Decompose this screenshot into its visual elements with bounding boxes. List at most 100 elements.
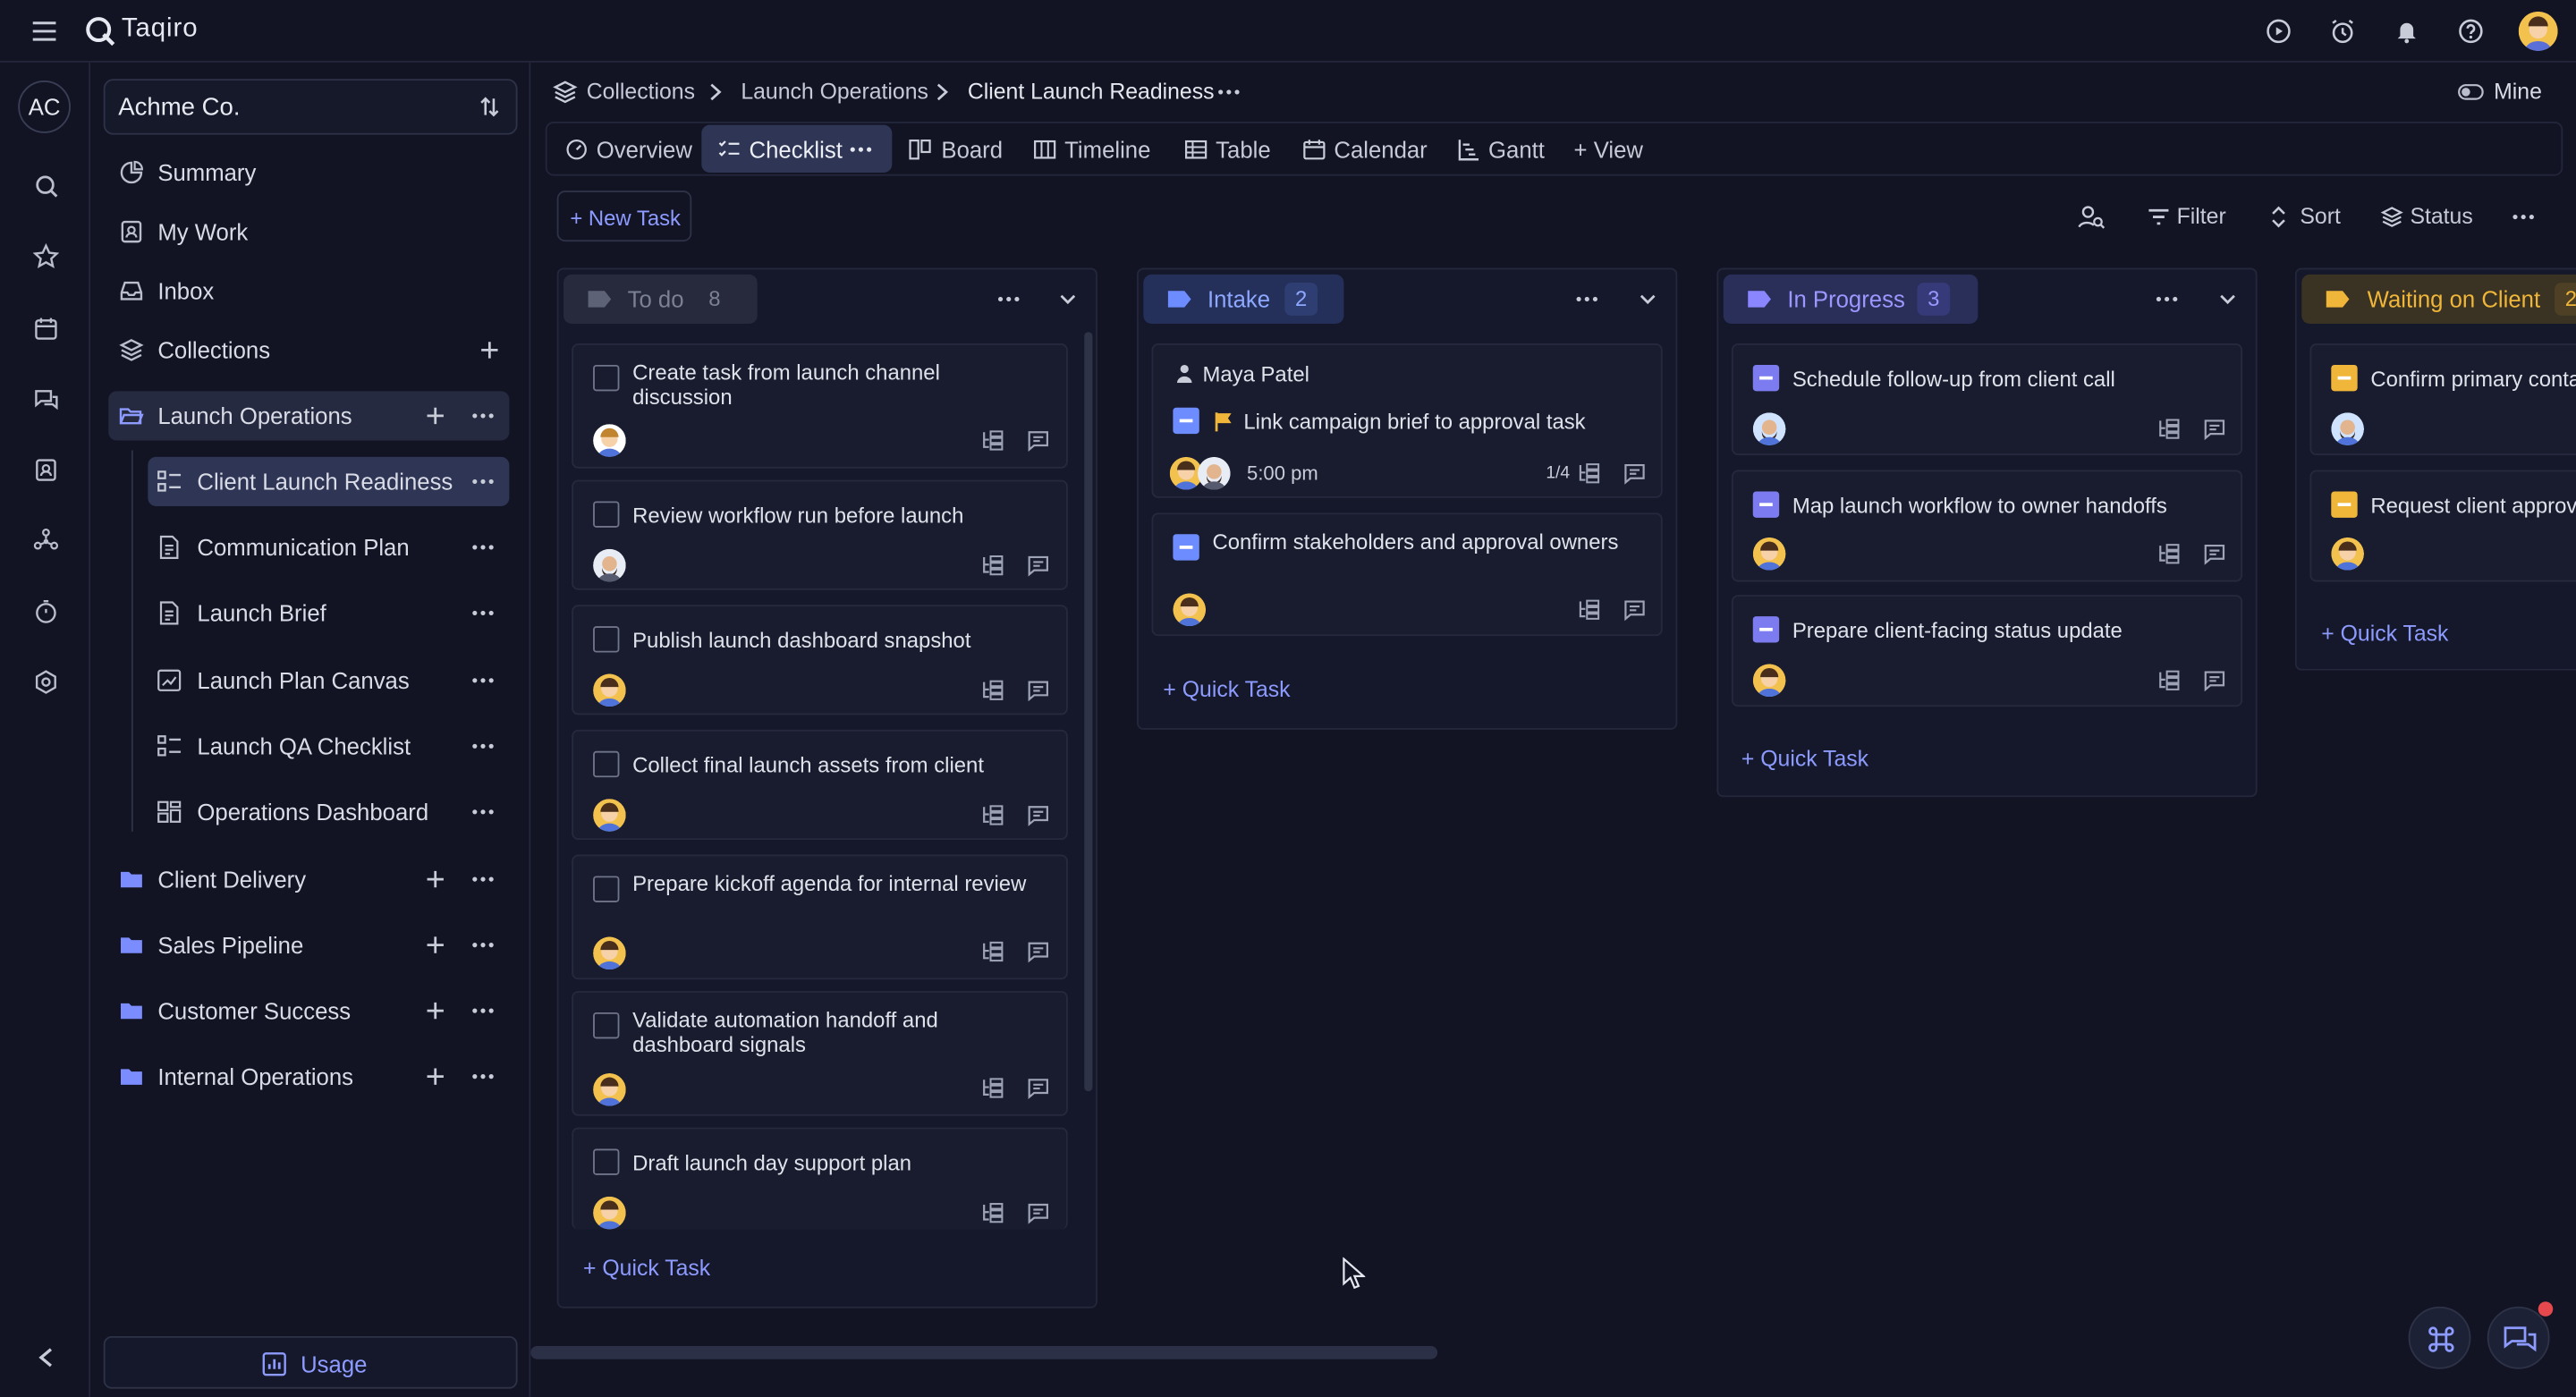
toggle-icon[interactable]	[2458, 82, 2484, 102]
bell-icon[interactable]	[2392, 16, 2421, 46]
sort-button[interactable]: Sort	[2300, 204, 2340, 229]
task-card[interactable]: Publish launch dashboard snapshot	[572, 605, 1068, 715]
task-card[interactable]: Validate automation handoff and dashboar…	[572, 991, 1068, 1116]
more-options-icon[interactable]	[468, 401, 497, 430]
collection-client-delivery[interactable]: Client Delivery	[108, 855, 509, 904]
comment-icon[interactable]	[1027, 1077, 1050, 1100]
status-square-icon[interactable]	[1752, 491, 1780, 518]
subtasks-icon[interactable]	[2157, 669, 2181, 692]
tab-table[interactable]: Table	[1216, 137, 1270, 163]
comment-icon[interactable]	[2203, 542, 2226, 565]
tab-gantt[interactable]: Gantt	[1488, 137, 1545, 163]
status-square-icon[interactable]	[1173, 534, 1199, 561]
assignee-avatar[interactable]	[2331, 412, 2365, 445]
column-more-icon[interactable]	[994, 284, 1023, 314]
assignee-avatar[interactable]	[1173, 593, 1207, 627]
more-options-icon[interactable]	[468, 532, 497, 562]
nav-my-work[interactable]: My Work	[108, 207, 509, 257]
status-chip-intake[interactable]: Intake 2	[1143, 274, 1344, 325]
task-card[interactable]: Confirm stakeholders and approval owners	[1151, 512, 1663, 637]
assignee-avatar[interactable]	[593, 799, 626, 832]
collection-sales-pipeline[interactable]: Sales Pipeline	[108, 920, 509, 969]
subtasks-icon[interactable]	[981, 1077, 1004, 1100]
collection-launch-operations[interactable]: Launch Operations	[108, 391, 510, 441]
collection-customer-success[interactable]: Customer Success	[108, 986, 509, 1036]
comment-icon[interactable]	[1027, 940, 1050, 963]
tab-calendar[interactable]: Calendar	[1334, 137, 1427, 163]
add-view-button[interactable]: + View	[1574, 137, 1643, 163]
task-card[interactable]: Prepare kickoff agenda for internal revi…	[572, 854, 1068, 980]
chevron-down-icon[interactable]	[1056, 288, 1080, 311]
comment-icon[interactable]	[2203, 669, 2226, 692]
tab-board[interactable]: Board	[941, 137, 1003, 163]
task-card[interactable]: Prepare client-facing status update	[1731, 595, 2243, 707]
task-checkbox[interactable]	[593, 1148, 620, 1175]
assignee-search-icon[interactable]	[2077, 204, 2106, 230]
nav-summary[interactable]: Summary	[108, 148, 509, 197]
chat-icon[interactable]	[31, 385, 61, 414]
alarm-clock-icon[interactable]	[2328, 16, 2358, 46]
subtasks-icon[interactable]	[1577, 598, 1600, 622]
quick-task-button[interactable]: + Quick Task	[1163, 677, 1290, 702]
task-checkbox[interactable]	[593, 876, 620, 902]
assignee-avatar[interactable]	[593, 548, 626, 582]
toolbar-more-icon[interactable]	[2509, 202, 2538, 232]
nav-inbox[interactable]: Inbox	[108, 267, 509, 316]
column-more-icon[interactable]	[2152, 284, 2182, 314]
quick-task-button[interactable]: + Quick Task	[2321, 622, 2448, 647]
page-operations-dashboard[interactable]: Operations Dashboard	[148, 787, 509, 836]
assignee-avatar[interactable]	[593, 1196, 626, 1230]
search-icon[interactable]	[31, 171, 61, 200]
contact-card-icon[interactable]	[31, 455, 61, 485]
integrations-icon[interactable]	[31, 526, 61, 555]
add-item-icon[interactable]	[422, 1063, 448, 1089]
status-chip-in-progress[interactable]: In Progress 3	[1723, 274, 1979, 325]
add-item-icon[interactable]	[422, 866, 448, 892]
assignee-avatar[interactable]	[2331, 537, 2365, 571]
quick-task-button[interactable]: + Quick Task	[1741, 746, 1868, 771]
comment-icon[interactable]	[1027, 554, 1050, 577]
settings-icon[interactable]	[31, 667, 61, 697]
status-square-icon[interactable]	[1752, 364, 1780, 392]
assignee-avatar[interactable]	[593, 673, 626, 707]
task-checkbox[interactable]	[593, 501, 620, 528]
mine-toggle-label[interactable]: Mine	[2494, 79, 2542, 104]
stopwatch-icon[interactable]	[31, 597, 61, 626]
subtasks-icon[interactable]	[981, 429, 1004, 453]
task-card[interactable]: Collect final launch assets from client	[572, 729, 1068, 841]
add-collection-icon[interactable]	[477, 337, 503, 363]
page-client-launch-readiness[interactable]: Client Launch Readiness	[148, 456, 510, 506]
new-task-button[interactable]: + New Task	[556, 190, 692, 242]
comment-icon[interactable]	[1623, 598, 1647, 622]
timer-icon[interactable]	[2264, 16, 2293, 46]
subtasks-icon[interactable]	[981, 940, 1004, 963]
status-square-icon[interactable]	[2331, 364, 2358, 392]
status-square-icon[interactable]	[2331, 491, 2358, 518]
page-launch-brief[interactable]: Launch Brief	[148, 588, 509, 638]
add-item-icon[interactable]	[422, 997, 448, 1023]
comment-icon[interactable]	[1623, 461, 1647, 485]
task-card[interactable]: Draft launch day support plan	[572, 1127, 1068, 1230]
assignee-avatar[interactable]	[593, 936, 626, 970]
command-palette-button[interactable]	[2408, 1306, 2471, 1369]
task-card[interactable]: Maya Patel Link campaign brief to approv…	[1151, 343, 1663, 498]
subtasks-icon[interactable]	[981, 679, 1004, 702]
comment-icon[interactable]	[1027, 429, 1050, 453]
nav-collections[interactable]: Collections	[108, 326, 509, 375]
status-square-icon[interactable]	[1173, 407, 1199, 435]
subtasks-icon[interactable]	[2157, 542, 2181, 565]
star-icon[interactable]	[31, 241, 61, 271]
assignee-avatar[interactable]	[1752, 664, 1786, 698]
more-options-icon[interactable]	[468, 930, 497, 960]
assignee-avatar[interactable]	[1752, 537, 1786, 571]
task-card[interactable]: Create task from launch channel discussi…	[572, 343, 1068, 469]
page-more-icon[interactable]	[1214, 77, 1243, 106]
breadcrumb-launch-operations[interactable]: Launch Operations	[741, 79, 928, 104]
page-launch-plan-canvas[interactable]: Launch Plan Canvas	[148, 656, 509, 705]
more-options-icon[interactable]	[468, 996, 497, 1026]
more-options-icon[interactable]	[468, 797, 497, 826]
help-icon[interactable]	[2456, 16, 2486, 46]
calendar-icon[interactable]	[31, 314, 61, 343]
subtasks-icon[interactable]	[2157, 418, 2181, 441]
tab-more-icon[interactable]	[846, 135, 876, 165]
